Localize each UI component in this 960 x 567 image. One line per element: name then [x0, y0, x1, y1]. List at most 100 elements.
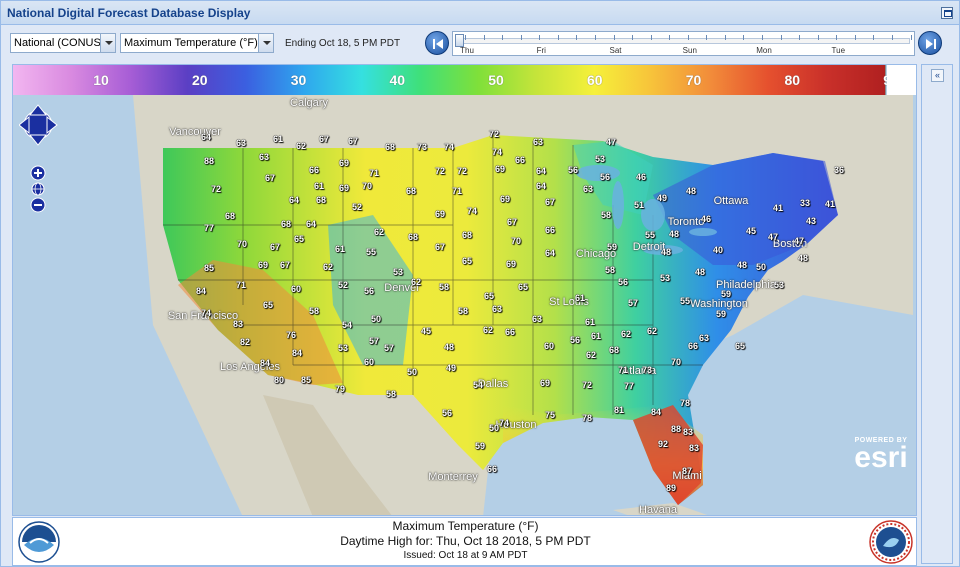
temperature-value: 92	[657, 439, 669, 449]
zoom-in-button[interactable]	[30, 165, 46, 181]
chevron-down-icon[interactable]	[258, 34, 273, 52]
temperature-value: 66	[486, 464, 498, 474]
esri-attribution: POWERED BY esri	[849, 437, 913, 473]
temperature-value: 67	[269, 242, 281, 252]
temperature-value: 61	[272, 134, 284, 144]
legend-label: 60	[586, 72, 603, 88]
temperature-value: 67	[264, 173, 276, 183]
timeline-day-label: Thu	[460, 46, 474, 55]
map-navigation	[18, 103, 59, 228]
time-tick	[743, 35, 745, 40]
temperature-value: 64	[535, 166, 547, 176]
temperature-value: 67	[434, 242, 446, 252]
legend-label: 70	[685, 72, 702, 88]
ending-time: Ending Oct 18, 5 PM PDT	[285, 38, 401, 49]
temperature-value: 75	[544, 410, 556, 420]
city-label: Monterrey	[428, 471, 478, 483]
temperature-value: 85	[203, 263, 215, 273]
temperature-value: 65	[293, 234, 305, 244]
time-tick	[483, 35, 485, 40]
temperature-value: 68	[405, 186, 417, 196]
temperature-value: 52	[351, 202, 363, 212]
temperature-value: 67	[279, 260, 291, 270]
temperature-value: 67	[318, 134, 330, 144]
temperature-value: 72	[456, 166, 468, 176]
caption-issued: Issued: Oct 18 at 9 AM PDT	[403, 550, 528, 561]
city-label: Havana	[639, 504, 677, 516]
temperature-value: 83	[232, 319, 244, 329]
temperature-value: 80	[273, 375, 285, 385]
time-slider-track[interactable]	[457, 38, 910, 44]
legend-label: 10	[93, 72, 109, 88]
temperature-value: 74	[200, 308, 212, 318]
expand-panel-button[interactable]: «	[931, 69, 944, 82]
temperature-value: 61	[574, 293, 586, 303]
time-slider[interactable]: Thu Fri Sat Sun Mon Tue	[452, 31, 931, 56]
legend-label: 80	[784, 72, 801, 88]
temperature-value: 58	[604, 265, 616, 275]
temperature-value: 68	[384, 142, 396, 152]
temperature-value: 57	[368, 336, 380, 346]
time-tick	[576, 35, 578, 40]
time-tick	[706, 35, 708, 40]
temperature-value: 61	[313, 181, 325, 191]
temperature-value: 72	[581, 380, 593, 390]
temperature-legend: 102030405060708090	[13, 65, 916, 95]
temperature-value: 62	[373, 227, 385, 237]
temperature-value: 82	[239, 337, 251, 347]
legend-label: 20	[191, 72, 208, 88]
region-select[interactable]: National (CONUS)	[10, 33, 116, 53]
temperature-value: 70	[510, 236, 522, 246]
temperature-value: 58	[308, 306, 320, 316]
zoom-out-button[interactable]	[30, 197, 46, 213]
temperature-value: 61	[334, 244, 346, 254]
chevron-down-icon[interactable]	[100, 34, 115, 52]
time-tick	[836, 35, 838, 40]
temperature-value: 69	[505, 259, 517, 269]
toolbar: National (CONUS) Maximum Temperature (°F…	[1, 26, 959, 62]
timeline-day-label: Fri	[536, 46, 546, 55]
forecast-map[interactable]	[13, 65, 917, 516]
temperature-value: 69	[494, 164, 506, 174]
time-tick	[892, 35, 893, 40]
temperature-value: 63	[698, 333, 710, 343]
legend-blank	[887, 65, 916, 95]
next-time-button[interactable]	[918, 31, 942, 55]
temperature-value: 84	[259, 358, 271, 368]
temperature-value: 62	[585, 350, 597, 360]
temperature-value: 40	[712, 245, 724, 255]
temperature-value: 47	[767, 232, 779, 242]
timeline-day-label: Mon	[756, 46, 772, 55]
element-select[interactable]: Maximum Temperature (°F)	[120, 33, 274, 53]
temperature-value: 59	[720, 289, 732, 299]
maximize-button[interactable]	[941, 7, 953, 19]
temperature-value: 60	[290, 284, 302, 294]
temperature-value: 68	[224, 211, 236, 221]
temperature-value: 50	[488, 423, 500, 433]
temperature-value: 50	[755, 262, 767, 272]
temperature-value: 73	[416, 142, 428, 152]
globe-icon[interactable]	[31, 182, 45, 196]
temperature-value: 68	[315, 195, 327, 205]
temperature-value: 69	[539, 378, 551, 388]
temperature-value: 64	[535, 181, 547, 191]
region-select-value: National (CONUS)	[14, 37, 105, 49]
pan-control[interactable]	[18, 104, 58, 146]
temperature-value: 62	[322, 262, 334, 272]
pan-zoom-control[interactable]	[18, 103, 59, 223]
temperature-value: 64	[200, 132, 212, 142]
temperature-value: 77	[203, 223, 215, 233]
temperature-value: 54	[341, 320, 353, 330]
time-tick	[854, 35, 856, 40]
temperature-value: 65	[461, 256, 473, 266]
map-view[interactable]: 102030405060708090	[12, 64, 917, 516]
prev-time-button[interactable]	[425, 31, 449, 55]
temperature-value: 56	[569, 335, 581, 345]
temperature-value: 68	[407, 232, 419, 242]
temperature-value: 71	[235, 280, 247, 290]
temperature-value: 59	[715, 309, 727, 319]
time-tick	[780, 35, 782, 40]
city-label: Ottawa	[713, 195, 749, 207]
temperature-value: 70	[670, 357, 682, 367]
temperature-value: 74	[498, 418, 510, 428]
